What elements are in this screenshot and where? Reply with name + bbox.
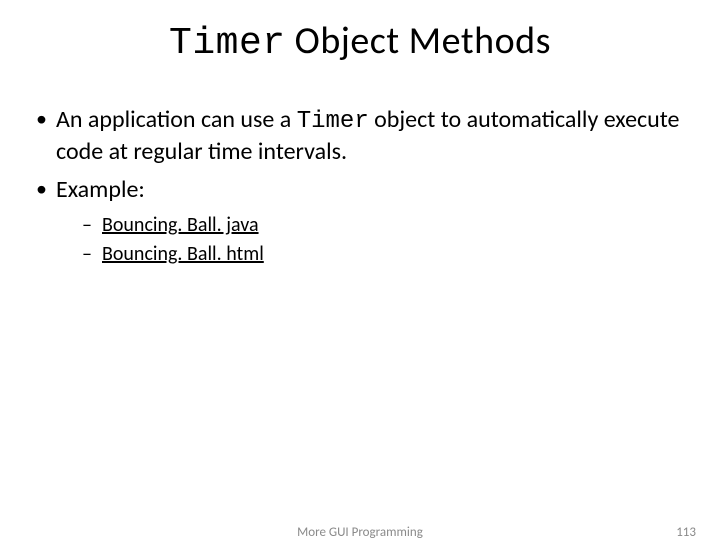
bullet-item-1: An application can use a Timer object to…: [30, 105, 690, 167]
example-links: Bouncing. Ball. java Bouncing. Ball. htm…: [80, 213, 690, 267]
bullet-list: An application can use a Timer object to…: [30, 105, 690, 267]
bullet2-text: Example:: [56, 175, 145, 204]
title-rest: Object Methods: [286, 18, 551, 64]
bullet1-code: Timer: [297, 108, 369, 135]
body: An application can use a Timer object to…: [30, 105, 690, 267]
list-item: Bouncing. Ball. java: [80, 213, 690, 238]
footer-label: More GUI Programming: [0, 525, 720, 540]
link-bouncing-ball-java[interactable]: Bouncing. Ball. java: [102, 213, 259, 237]
slide: Timer Object Methods An application can …: [0, 18, 720, 558]
bullet-item-2: Example: Bouncing. Ball. java Bouncing. …: [30, 175, 690, 267]
page-title: Timer Object Methods: [0, 18, 720, 65]
link-bouncing-ball-html[interactable]: Bouncing. Ball. html: [102, 242, 264, 266]
bullet1-pre: An application can use a: [56, 105, 297, 134]
page-number: 113: [676, 525, 696, 540]
title-code: Timer: [169, 22, 286, 65]
list-item: Bouncing. Ball. html: [80, 242, 690, 267]
